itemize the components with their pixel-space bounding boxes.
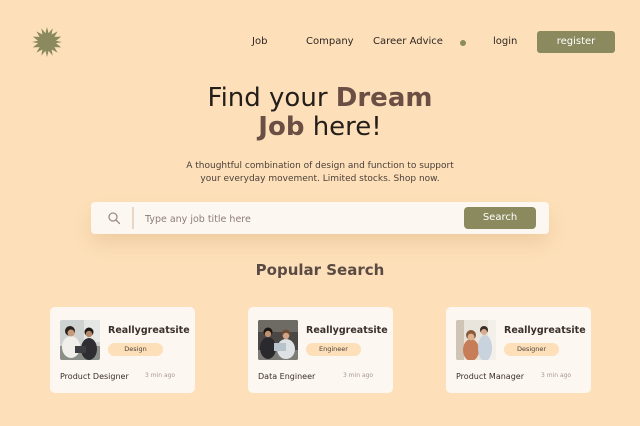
nav-link-login[interactable]: login: [493, 36, 517, 47]
hero-title-line2: Job here!: [258, 112, 381, 142]
card-tag: Designer: [504, 343, 559, 356]
card-timestamp: 3 min ago: [541, 372, 572, 379]
card-company: Reallygreatsite: [504, 325, 586, 336]
nav-link-company[interactable]: Company: [306, 36, 354, 47]
hero-subtitle-line2: your everyday movement. Limited stocks. …: [200, 174, 440, 184]
card-company: Reallygreatsite: [306, 325, 388, 336]
job-card-product-designer[interactable]: Reallygreatsite Design Product Designer …: [50, 307, 195, 393]
card-timestamp: 3 min ago: [145, 372, 176, 379]
card-tag: Engineer: [306, 343, 361, 356]
top-nav: Job Company Career Advice login register: [0, 0, 640, 84]
search-divider: [132, 207, 134, 229]
hero-title: Find your Dream Job here!: [0, 84, 640, 142]
search-button[interactable]: Search: [464, 207, 536, 229]
hero-title-line1: Find your Dream: [208, 83, 433, 113]
hero-title-job: Job: [258, 112, 305, 142]
hero-subtitle: A thoughtful combination of design and f…: [170, 160, 470, 186]
hero-title-here: here!: [312, 112, 382, 142]
card-job-title: Product Designer: [60, 372, 129, 381]
nav-link-career-advice[interactable]: Career Advice: [373, 36, 443, 47]
search-bar: Search: [91, 202, 549, 234]
sunburst-logo[interactable]: [32, 27, 62, 57]
search-icon[interactable]: [107, 211, 121, 225]
nav-link-job[interactable]: Job: [252, 36, 267, 47]
job-photo-thumbnail: [258, 320, 298, 360]
card-job-title: Product Manager: [456, 372, 524, 381]
hero-title-find-your: Find your: [207, 83, 328, 113]
card-job-title: Data Engineer: [258, 372, 316, 381]
register-button[interactable]: register: [537, 31, 615, 53]
card-timestamp: 3 min ago: [343, 372, 374, 379]
popular-search-heading: Popular Search: [255, 261, 385, 279]
card-company: Reallygreatsite: [108, 325, 190, 336]
job-card-product-manager[interactable]: Reallygreatsite Designer Product Manager…: [446, 307, 591, 393]
job-photo-thumbnail: [60, 320, 100, 360]
card-tag: Design: [108, 343, 163, 356]
search-input[interactable]: [143, 208, 447, 230]
hero-subtitle-line1: A thoughtful combination of design and f…: [186, 161, 454, 171]
hero-title-dream: Dream: [335, 83, 433, 113]
job-card-data-engineer[interactable]: Reallygreatsite Engineer Data Engineer 3…: [248, 307, 393, 393]
job-photo-thumbnail: [456, 320, 496, 360]
nav-separator-dot: [460, 40, 466, 46]
